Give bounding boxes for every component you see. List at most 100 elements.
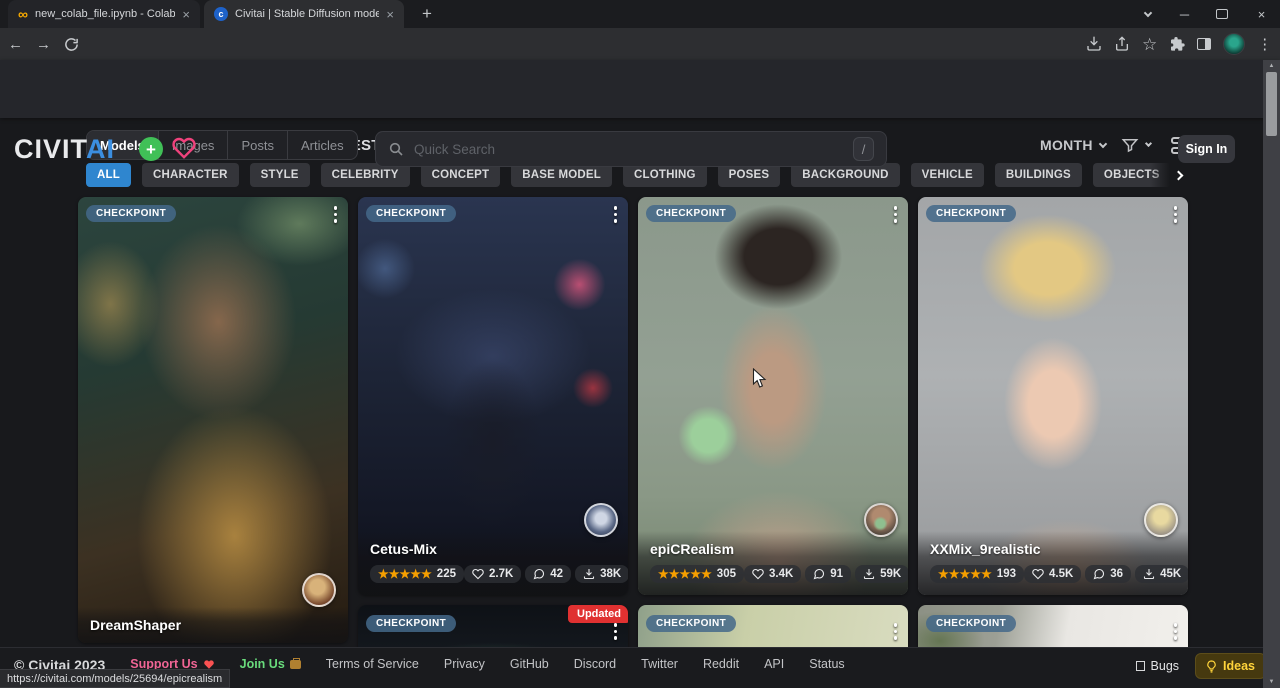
briefcase-icon <box>290 660 301 669</box>
chip-vehicle[interactable]: VEHICLE <box>911 163 984 187</box>
footer-link-github[interactable]: GitHub <box>510 657 549 671</box>
chevron-down-icon <box>1099 139 1107 147</box>
civitai-logo[interactable]: CIVITAI <box>14 134 115 165</box>
model-type-badge: CHECKPOINT <box>646 615 736 632</box>
page-scrollbar[interactable]: ▲ ▼ <box>1263 60 1280 688</box>
heart-icon <box>203 659 215 670</box>
close-tab-icon[interactable]: × <box>182 8 190 21</box>
model-card-dreamshaper[interactable]: CHECKPOINT DreamShaper <box>78 197 348 643</box>
card-menu-icon[interactable] <box>1174 206 1178 223</box>
downloads-count: 38K <box>600 568 621 580</box>
site-header: CIVITAI + / Sign In <box>0 60 1280 118</box>
chevron-down-icon <box>1145 140 1152 147</box>
likes-count: 4.5K <box>1049 568 1073 580</box>
comment-icon <box>533 568 545 580</box>
forward-button[interactable]: → <box>36 37 51 52</box>
creator-avatar[interactable] <box>302 573 336 607</box>
search-input[interactable] <box>414 142 843 157</box>
bookmark-star-icon[interactable]: ☆ <box>1142 36 1157 53</box>
model-type-badge: CHECKPOINT <box>366 615 456 632</box>
downloads-count: 45K <box>1160 568 1181 580</box>
share-icon[interactable] <box>1114 36 1130 52</box>
card-menu-icon[interactable] <box>894 206 898 223</box>
browser-toolbar: ← → civitai.com ☆ ⋮ <box>0 28 1280 60</box>
rating-pill: ★★★★★225 <box>370 565 464 583</box>
tab-articles[interactable]: Articles <box>288 131 357 159</box>
likes-pill: 2.7K <box>464 565 521 583</box>
card-menu-icon[interactable] <box>1174 623 1178 640</box>
back-button[interactable]: ← <box>8 37 23 52</box>
footer-link-api[interactable]: API <box>764 657 784 671</box>
scroll-up-arrow[interactable]: ▲ <box>1263 61 1280 71</box>
maximize-window-button[interactable] <box>1203 0 1240 28</box>
model-card-xxmix9realistic[interactable]: CHECKPOINT XXMix_9realistic ★★★★★193 4.5… <box>918 197 1188 595</box>
card-menu-icon[interactable] <box>614 623 618 640</box>
scroll-down-arrow[interactable]: ▼ <box>1263 677 1280 687</box>
tab-search-chevron-icon[interactable] <box>1129 0 1166 28</box>
footer-link-terms[interactable]: Terms of Service <box>326 657 419 671</box>
reload-button[interactable] <box>64 37 79 52</box>
search-bar: / <box>375 131 887 167</box>
tab-posts[interactable]: Posts <box>228 131 288 159</box>
rating-pill: ★★★★★193 <box>930 565 1024 583</box>
creator-avatar[interactable] <box>864 503 898 537</box>
side-panel-icon[interactable] <box>1197 38 1211 50</box>
download-icon <box>863 568 875 580</box>
comment-icon <box>1093 568 1105 580</box>
model-title: epiCRealism <box>650 541 896 557</box>
creator-avatar[interactable] <box>1144 503 1178 537</box>
new-tab-button[interactable]: + <box>416 3 438 25</box>
browser-menu-dots-icon[interactable]: ⋮ <box>1257 37 1272 52</box>
rating-count: 193 <box>997 568 1016 580</box>
browser-profile-avatar[interactable] <box>1223 33 1245 55</box>
chip-all[interactable]: ALL <box>86 163 131 187</box>
sign-in-button[interactable]: Sign In <box>1178 135 1235 163</box>
comments-count: 91 <box>830 568 843 580</box>
join-us-link[interactable]: Join Us <box>240 657 301 671</box>
downloads-pill: 59K <box>855 565 908 583</box>
card-menu-icon[interactable] <box>614 206 618 223</box>
model-type-badge: CHECKPOINT <box>366 205 456 222</box>
footer-link-reddit[interactable]: Reddit <box>703 657 739 671</box>
footer-link-privacy[interactable]: Privacy <box>444 657 485 671</box>
civitai-favicon-icon: c <box>214 7 228 21</box>
filter-funnel-icon[interactable] <box>1121 136 1139 154</box>
maximize-icon <box>1216 9 1228 19</box>
minimize-window-button[interactable]: ─ <box>1166 0 1203 28</box>
footer-link-twitter[interactable]: Twitter <box>641 657 678 671</box>
bugs-link[interactable]: Bugs <box>1136 659 1180 673</box>
footer-link-discord[interactable]: Discord <box>574 657 616 671</box>
create-plus-button[interactable]: + <box>139 137 163 161</box>
browser-tab-civitai[interactable]: c Civitai | Stable Diffusion models, × <box>204 0 404 28</box>
model-card-epicrealism[interactable]: CHECKPOINT epiCRealism ★★★★★305 3.4K 91 … <box>638 197 908 595</box>
model-type-badge: CHECKPOINT <box>926 615 1016 632</box>
card-menu-icon[interactable] <box>334 206 338 223</box>
star-icons: ★★★★★ <box>378 568 432 580</box>
likes-count: 2.7K <box>489 568 513 580</box>
close-tab-icon[interactable]: × <box>386 8 394 21</box>
likes-count: 3.4K <box>769 568 793 580</box>
chip-character[interactable]: CHARACTER <box>142 163 239 187</box>
browser-tab-colab[interactable]: ∞ new_colab_file.ipynb - Colaborat × <box>8 0 200 28</box>
tab-title: new_colab_file.ipynb - Colaborat <box>35 8 175 20</box>
tab-title: Civitai | Stable Diffusion models, <box>235 8 379 20</box>
model-card-cetus-mix[interactable]: CHECKPOINT Cetus-Mix ★★★★★225 2.7K 42 38… <box>358 197 628 595</box>
chip-style[interactable]: STYLE <box>250 163 310 187</box>
creator-avatar[interactable] <box>584 503 618 537</box>
browser-tab-strip: ∞ new_colab_file.ipynb - Colaborat × c C… <box>0 0 1280 28</box>
download-icon <box>1143 568 1155 580</box>
period-filter-group: MONTH <box>1040 130 1188 160</box>
rating-count: 305 <box>717 568 736 580</box>
footer-link-status[interactable]: Status <box>809 657 844 671</box>
extensions-icon[interactable] <box>1169 36 1185 52</box>
favorites-heart-icon[interactable] <box>171 136 197 160</box>
scrollbar-thumb[interactable] <box>1266 72 1277 136</box>
ideas-button[interactable]: Ideas <box>1195 653 1266 679</box>
chips-scroll-right-chevron[interactable] <box>1150 163 1186 187</box>
period-dropdown[interactable]: MONTH <box>1040 137 1093 153</box>
card-menu-icon[interactable] <box>894 623 898 640</box>
chip-buildings[interactable]: BUILDINGS <box>995 163 1082 187</box>
comments-pill: 91 <box>805 565 851 583</box>
download-icon[interactable] <box>1086 36 1102 52</box>
close-window-button[interactable]: × <box>1243 0 1280 28</box>
